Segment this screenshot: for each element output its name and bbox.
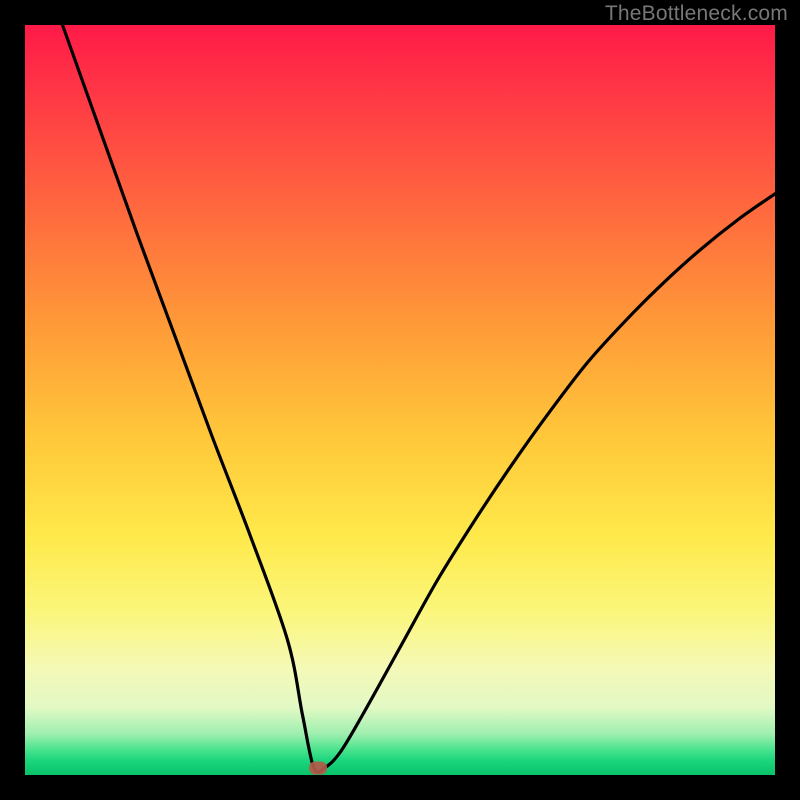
bottleneck-curve xyxy=(25,25,775,775)
plot-area xyxy=(25,25,775,775)
optimal-point-marker xyxy=(309,761,327,774)
watermark-text: TheBottleneck.com xyxy=(605,2,788,26)
chart-frame: TheBottleneck.com xyxy=(0,0,800,800)
